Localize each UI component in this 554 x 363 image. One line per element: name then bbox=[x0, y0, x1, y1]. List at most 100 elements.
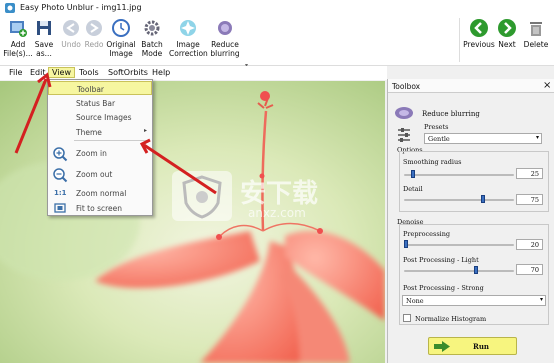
redo-button[interactable]: Redo bbox=[82, 16, 106, 49]
trash-icon bbox=[530, 22, 542, 36]
post-strong-select[interactable]: None ▾ bbox=[402, 295, 546, 306]
preprocessing-value-field[interactable]: 20 bbox=[516, 239, 543, 250]
toolbox-header: Toolbox × bbox=[388, 79, 554, 93]
detail-value-field[interactable]: 75 bbox=[516, 194, 543, 205]
view-menu-toolbar[interactable]: Toolbar bbox=[48, 81, 152, 95]
source-images-item-label: Source Images bbox=[76, 113, 132, 122]
zoom-normal-label: Zoom normal bbox=[76, 189, 127, 198]
original-image-label: Original Image bbox=[106, 40, 136, 58]
smoothing-value-field[interactable]: 25 bbox=[516, 168, 543, 179]
reduce-blurring-icon bbox=[395, 107, 413, 119]
image-correction-label: Image Correction bbox=[169, 40, 208, 58]
submenu-arrow-icon: ▸ bbox=[144, 127, 148, 134]
view-menu-zoom-in[interactable]: Zoom in bbox=[48, 144, 152, 164]
zoom-out-icon bbox=[53, 168, 68, 183]
view-dropdown-menu: Toolbar Status Bar Source Images Theme ▸ … bbox=[47, 79, 153, 216]
toolbox-close-icon[interactable]: × bbox=[543, 80, 551, 91]
previous-button[interactable]: Previous bbox=[462, 16, 496, 49]
detail-slider[interactable] bbox=[481, 195, 486, 203]
post-light-slider-track bbox=[404, 270, 514, 272]
batch-mode-button[interactable]: Batch Mode bbox=[139, 16, 165, 58]
presets-icon bbox=[398, 128, 410, 142]
title-bar: Easy Photo Unblur - img11.jpg bbox=[0, 0, 554, 16]
redo-label: Redo bbox=[84, 40, 104, 49]
normalize-histogram-checkbox[interactable] bbox=[403, 314, 411, 322]
correction-icon bbox=[180, 20, 196, 36]
view-menu-source-images[interactable]: Source Images bbox=[48, 110, 152, 124]
delete-button[interactable]: Delete bbox=[521, 16, 551, 49]
undo-button[interactable]: Undo bbox=[59, 16, 83, 49]
batch-mode-label: Batch Mode bbox=[141, 40, 163, 58]
watermark-subtext: anxz.com bbox=[248, 206, 306, 220]
post-light-value-field[interactable]: 70 bbox=[516, 264, 543, 275]
app-icon bbox=[5, 3, 15, 13]
next-button[interactable]: Next bbox=[496, 16, 518, 49]
previous-icon bbox=[470, 19, 488, 37]
toolbox-title: Toolbox bbox=[392, 82, 421, 91]
add-files-icon bbox=[10, 21, 27, 37]
presets-select[interactable]: Gentle ▾ bbox=[424, 133, 542, 144]
chevron-down-icon: ▾ bbox=[539, 296, 543, 303]
fit-screen-icon bbox=[54, 203, 66, 213]
toolbar: Add File(s)... Save as... Undo Redo Orig… bbox=[0, 16, 554, 69]
detail-slider-track bbox=[404, 199, 514, 201]
view-menu-zoom-out[interactable]: Zoom out bbox=[48, 165, 152, 185]
delete-label: Delete bbox=[523, 40, 549, 49]
preprocessing-slider-track bbox=[404, 244, 514, 246]
image-correction-button[interactable]: Image Correction bbox=[169, 16, 208, 58]
run-label: Run bbox=[473, 342, 489, 351]
menu-help[interactable]: Help bbox=[152, 68, 170, 77]
menu-file[interactable]: File bbox=[9, 68, 22, 77]
menu-edit[interactable]: Edit bbox=[30, 68, 46, 77]
menu-softorbits[interactable]: SoftOrbits bbox=[108, 68, 148, 77]
menu-bar: File Edit View Tools SoftOrbits Help bbox=[0, 66, 387, 80]
reduce-blurring-heading: Reduce blurring bbox=[422, 110, 480, 118]
smoothing-radius-label: Smoothing radius bbox=[403, 158, 462, 166]
menu-separator bbox=[74, 140, 150, 141]
fit-to-screen-label: Fit to screen bbox=[76, 204, 123, 213]
zoom-out-label: Zoom out bbox=[76, 170, 113, 179]
post-strong-label: Post Processing - Strong bbox=[403, 284, 484, 292]
save-as-label: Save as... bbox=[34, 40, 54, 58]
watermark-logo bbox=[172, 171, 232, 221]
add-files-button[interactable]: Add File(s)... bbox=[3, 16, 33, 58]
previous-label: Previous bbox=[463, 40, 495, 49]
shield-icon bbox=[182, 175, 222, 219]
view-menu-fit-to-screen[interactable]: Fit to screen bbox=[48, 201, 152, 215]
run-button[interactable]: Run bbox=[428, 337, 517, 355]
undo-icon bbox=[63, 20, 79, 36]
blur-icon bbox=[218, 21, 232, 35]
zoom-in-icon bbox=[53, 147, 68, 162]
run-arrow-icon bbox=[434, 341, 450, 352]
reduce-blurring-label: Reduce blurring bbox=[210, 40, 240, 58]
presets-value: Gentle bbox=[428, 135, 450, 143]
next-icon bbox=[498, 19, 516, 37]
menu-tools[interactable]: Tools bbox=[79, 68, 99, 77]
preprocessing-slider[interactable] bbox=[404, 240, 409, 248]
undo-label: Undo bbox=[61, 40, 81, 49]
redo-icon bbox=[86, 20, 102, 36]
normalize-histogram-label: Normalize Histogram bbox=[415, 315, 487, 323]
view-menu-status-bar[interactable]: Status Bar bbox=[48, 96, 152, 110]
add-files-label: Add File(s)... bbox=[3, 40, 33, 58]
gear-icon bbox=[144, 20, 160, 36]
post-light-slider[interactable] bbox=[473, 266, 478, 274]
menu-view[interactable]: View bbox=[48, 67, 75, 78]
post-strong-value: None bbox=[406, 297, 424, 305]
save-as-button[interactable]: Save as... bbox=[33, 16, 55, 58]
zoom-normal-icon: 1:1 bbox=[54, 189, 67, 197]
watermark-text: 安下载 bbox=[240, 179, 319, 209]
toolbox-panel: Toolbox × Reduce blurring Presets Gentle… bbox=[387, 79, 554, 363]
detail-label: Detail bbox=[403, 185, 423, 193]
history-icon bbox=[112, 19, 130, 37]
presets-label: Presets bbox=[424, 123, 449, 131]
preprocessing-label: Preprocessing bbox=[403, 230, 451, 238]
reduce-blurring-button[interactable]: Reduce blurring bbox=[208, 16, 242, 58]
view-menu-theme[interactable]: Theme ▸ bbox=[48, 125, 152, 139]
toolbar-item-label: Toolbar bbox=[77, 85, 105, 94]
chevron-down-icon: ▾ bbox=[535, 134, 539, 141]
view-menu-zoom-normal[interactable]: 1:1 Zoom normal bbox=[48, 186, 152, 200]
smoothing-slider-track bbox=[404, 174, 514, 176]
original-image-button[interactable]: Original Image bbox=[106, 16, 136, 58]
smoothing-slider[interactable] bbox=[410, 170, 415, 178]
